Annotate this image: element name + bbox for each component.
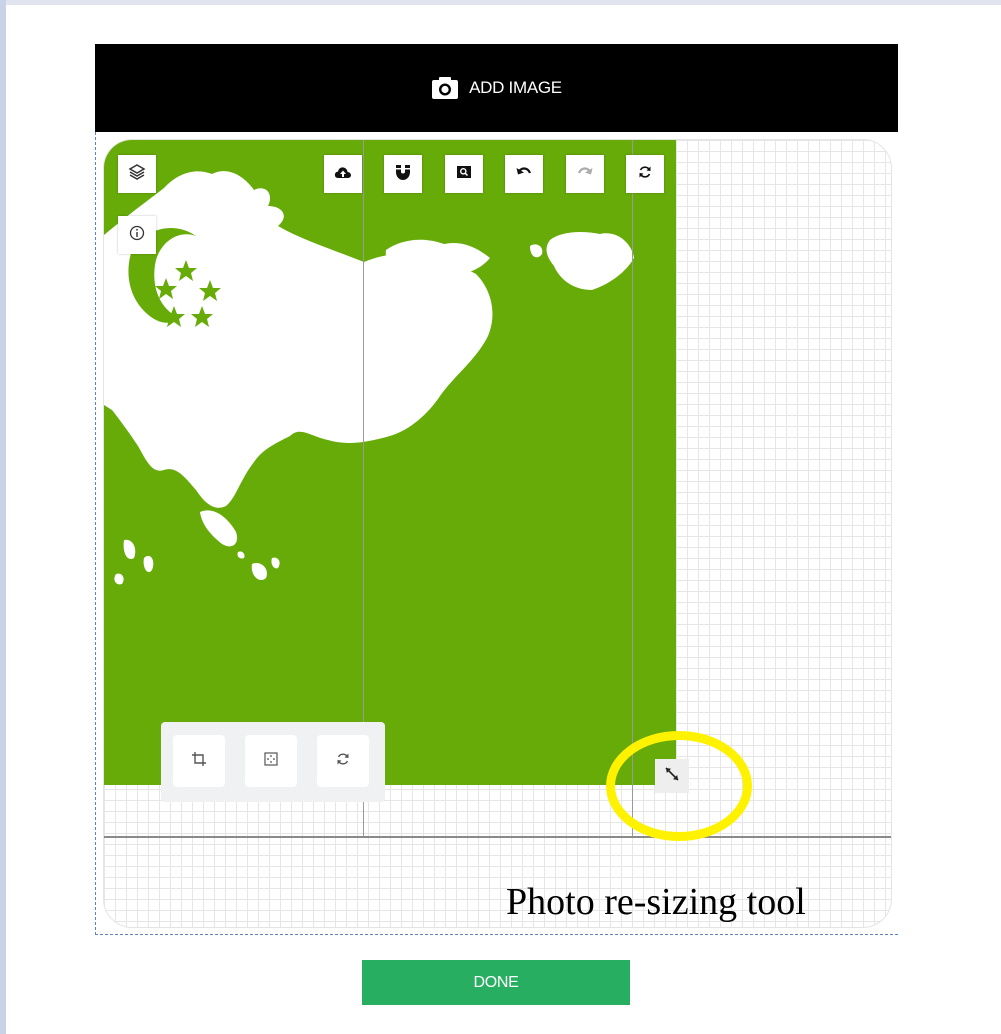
refresh-icon [637,164,653,185]
undo-button[interactable] [505,155,543,193]
image-editor: ADD IMAGE Photo re-sizing tool [95,44,898,935]
redo-button[interactable] [566,155,604,193]
window-left-edge [0,0,6,1034]
crop-icon [191,751,207,772]
guide-line-bottom [104,836,891,838]
undo-icon [515,165,533,184]
highlight-circle [606,731,752,841]
snap-button[interactable] [384,155,422,193]
image-tool-panel [161,722,385,802]
redo-icon [576,165,594,184]
refresh-button[interactable] [626,155,664,193]
zoom-button[interactable] [445,155,483,193]
add-image-button[interactable]: ADD IMAGE [95,44,898,132]
camera-icon [431,76,459,100]
window-top-edge [0,0,1001,5]
annotation-label: Photo re-sizing tool [506,881,806,923]
zoom-fit-icon [456,165,472,184]
layers-button[interactable] [118,155,156,193]
add-image-label: ADD IMAGE [469,78,562,97]
crop-button[interactable] [173,735,225,787]
rotate-icon [335,751,351,772]
cloud-upload-icon [334,165,352,184]
info-button[interactable] [118,216,156,254]
done-button[interactable]: DONE [362,960,630,1005]
guide-line-right [632,140,633,836]
info-icon [129,225,145,246]
magnet-icon [394,163,412,186]
layers-icon [128,163,146,186]
canvas-area: Photo re-sizing tool [95,132,898,935]
map-photo[interactable] [104,140,676,785]
center-align-icon [263,751,279,772]
center-align-button[interactable] [245,735,297,787]
upload-button[interactable] [324,155,362,193]
rotate-button[interactable] [317,735,369,787]
design-canvas[interactable]: Photo re-sizing tool [104,140,891,927]
